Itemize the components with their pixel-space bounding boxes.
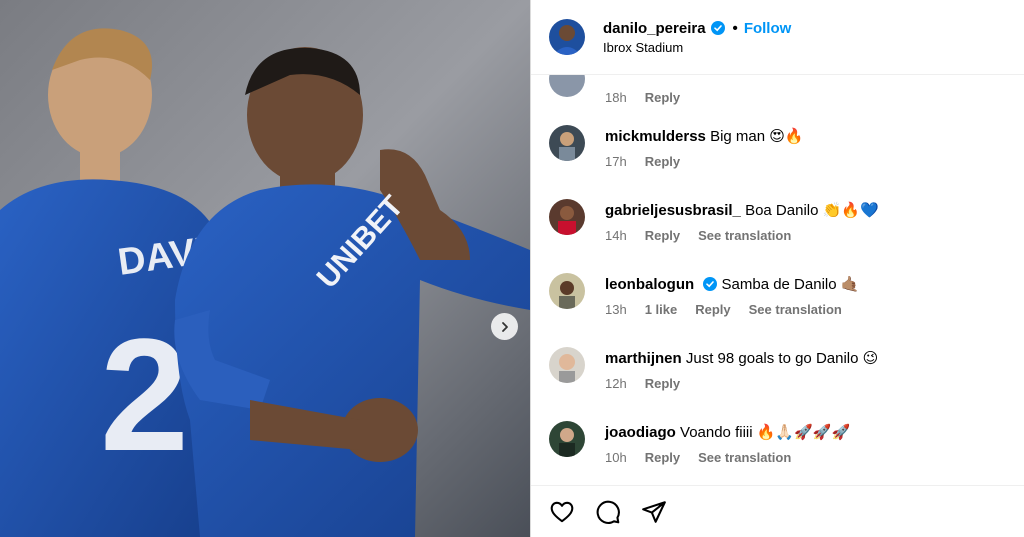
- separator-dot: •: [732, 19, 738, 37]
- comment-meta: 14h Reply See translation: [605, 228, 791, 243]
- comment-meta: 13h 1 like Reply See translation: [605, 302, 842, 317]
- next-photo-button[interactable]: [491, 313, 518, 340]
- comment-meta: 10h Reply See translation: [605, 450, 791, 465]
- heart-icon[interactable]: [549, 499, 575, 525]
- comment-body: leonbalogun Samba de Danilo 🤙🏽: [605, 275, 1015, 294]
- commenter-avatar[interactable]: [549, 199, 585, 235]
- verified-badge-icon: [703, 277, 718, 291]
- reply-button[interactable]: Reply: [645, 90, 680, 105]
- comment-body: mickmulderss Big man 😍🔥: [605, 127, 1015, 146]
- post-actions-bar: [531, 485, 1024, 537]
- reply-button[interactable]: Reply: [645, 154, 680, 169]
- comment-meta: 18h Reply: [605, 90, 680, 105]
- comment-time[interactable]: 13h: [605, 302, 627, 317]
- commenter-avatar[interactable]: [549, 421, 585, 457]
- comment-text: Samba de Danilo 🤙🏽: [721, 276, 860, 293]
- follow-button[interactable]: Follow: [744, 20, 792, 37]
- comment-time[interactable]: 18h: [605, 90, 627, 105]
- comment-meta: 12h Reply: [605, 376, 680, 391]
- comment-username[interactable]: mickmulderss: [605, 128, 706, 145]
- comments-list[interactable]: 18h Reply mickmulderss Big man 😍🔥 17h Re…: [531, 75, 1024, 485]
- see-translation-button[interactable]: See translation: [749, 302, 842, 317]
- comment-body: joaodiago Voando fiiii 🔥🙏🏻🚀🚀🚀: [605, 423, 1015, 442]
- chevron-right-icon: [501, 321, 508, 332]
- comment-body: marthijnen Just 98 goals to go Danilo 😉: [605, 349, 1015, 368]
- post-side-panel: danilo_pereira • Follow Ibrox Stadium 18…: [530, 0, 1024, 537]
- author-avatar[interactable]: [549, 19, 585, 55]
- post-photo-illustration: DAVIES 2 UNIBET: [0, 0, 530, 537]
- comment-text: Just 98 goals to go Danilo 😉: [685, 350, 879, 367]
- comment-username[interactable]: leonbalogun: [605, 276, 694, 293]
- comment-time[interactable]: 10h: [605, 450, 627, 465]
- see-translation-button[interactable]: See translation: [698, 450, 791, 465]
- comment-username[interactable]: marthijnen: [605, 350, 682, 367]
- comment-text: Big man 😍🔥: [710, 128, 804, 145]
- post-photo[interactable]: DAVIES 2 UNIBET: [0, 0, 530, 537]
- comment-time[interactable]: 14h: [605, 228, 627, 243]
- comment-body: gabrieljesusbrasil_ Boa Danilo 👏🔥💙: [605, 201, 1015, 220]
- commenter-avatar[interactable]: [549, 125, 585, 161]
- commenter-avatar[interactable]: [549, 273, 585, 309]
- share-icon[interactable]: [641, 499, 667, 525]
- comment-time[interactable]: 12h: [605, 376, 627, 391]
- reply-button[interactable]: Reply: [645, 450, 680, 465]
- commenter-avatar[interactable]: [549, 75, 585, 97]
- comment-meta: 17h Reply: [605, 154, 680, 169]
- comment-username[interactable]: joaodiago: [605, 424, 676, 441]
- verified-badge-icon: [710, 21, 725, 35]
- reply-button[interactable]: Reply: [645, 376, 680, 391]
- see-translation-button[interactable]: See translation: [698, 228, 791, 243]
- author-username[interactable]: danilo_pereira: [603, 20, 706, 37]
- post-location[interactable]: Ibrox Stadium: [603, 40, 791, 55]
- comment-time[interactable]: 17h: [605, 154, 627, 169]
- reply-button[interactable]: Reply: [695, 302, 730, 317]
- commenter-avatar[interactable]: [549, 347, 585, 383]
- comment-username[interactable]: gabrieljesusbrasil_: [605, 202, 741, 219]
- comment-icon[interactable]: [595, 499, 621, 525]
- reply-button[interactable]: Reply: [645, 228, 680, 243]
- comment-text: Boa Danilo 👏🔥💙: [745, 202, 879, 219]
- likes-count[interactable]: 1 like: [645, 302, 678, 317]
- post-header: danilo_pereira • Follow Ibrox Stadium: [531, 0, 1024, 75]
- comment-text: Voando fiiii 🔥🙏🏻🚀🚀🚀: [680, 424, 851, 441]
